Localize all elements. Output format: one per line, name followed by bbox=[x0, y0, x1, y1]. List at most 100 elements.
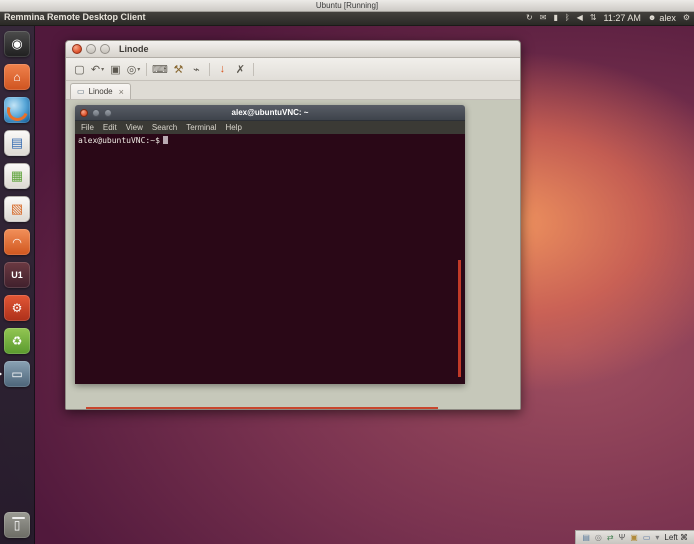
tab-label: Linode bbox=[89, 87, 113, 96]
home-folder-icon: ⌂ bbox=[13, 70, 20, 84]
top-panel: Remmina Remote Desktop Client ↻ ✉ ▮ ᛒ ◀ … bbox=[0, 11, 694, 26]
grab-keyboard-button[interactable]: ⌨ bbox=[152, 61, 168, 77]
network-indicator-icon[interactable]: ⇅ bbox=[590, 11, 597, 24]
maximize-button[interactable] bbox=[100, 44, 110, 54]
session-indicator[interactable]: ☻ alex bbox=[648, 13, 676, 23]
resize-mode-button[interactable]: ↶ ▾ bbox=[90, 61, 105, 77]
mouse-integration-icon[interactable]: ▾ bbox=[655, 531, 659, 544]
keyboard-icon: ⌨ bbox=[152, 63, 168, 76]
launcher-item-trash[interactable]: ▯ bbox=[4, 512, 30, 538]
session-gear-icon[interactable]: ⚙ bbox=[683, 11, 690, 24]
monitor-icon: ▭ bbox=[77, 87, 85, 96]
menu-view[interactable]: View bbox=[126, 123, 143, 132]
remmina-window: Linode ▢ ↶ ▾ ▣ ◎ ▾ ⌨ ⚒ ⌁ ↓ ✗ bbox=[65, 40, 521, 410]
sound-indicator-icon[interactable]: ◀ bbox=[577, 11, 583, 24]
session-username: alex bbox=[659, 13, 676, 23]
scale-icon: ▣ bbox=[110, 63, 120, 76]
clock-indicator[interactable]: 11:27 AM bbox=[604, 13, 641, 23]
user-icon: ☻ bbox=[648, 13, 656, 22]
launcher-item-libreoffice-calc[interactable]: ▦ bbox=[4, 163, 30, 189]
update-arrows-icon: ♻ bbox=[12, 334, 23, 348]
disconnect-button[interactable]: ✗ bbox=[233, 61, 248, 77]
terminal-maximize-button[interactable] bbox=[104, 109, 112, 117]
remote-desktop-viewport[interactable]: alex@ubuntuVNC: ~ File Edit View Search … bbox=[66, 100, 520, 409]
menu-search[interactable]: Search bbox=[152, 123, 177, 132]
settings-gear-icon: ⚙ bbox=[12, 301, 23, 315]
launcher-item-libreoffice-impress[interactable]: ▧ bbox=[4, 196, 30, 222]
tab-linode[interactable]: ▭ Linode × bbox=[70, 83, 131, 99]
sync-indicator-icon[interactable]: ↻ bbox=[526, 11, 533, 24]
terminal-titlebar[interactable]: alex@ubuntuVNC: ~ bbox=[75, 105, 465, 121]
virtualbox-statusbar: ▤ ◎ ⇄ Ψ ▣ ▭ ▾ Left ⌘ bbox=[575, 530, 694, 544]
terminal-cursor bbox=[163, 136, 168, 144]
remmina-tabbar: ▭ Linode × bbox=[66, 81, 520, 100]
software-center-bag-icon: ◠ bbox=[12, 236, 22, 249]
minimize-to-tray-button[interactable]: ↓ bbox=[215, 61, 230, 77]
trash-bin-icon: ▯ bbox=[14, 518, 21, 532]
vnc-artifact-vertical bbox=[458, 260, 461, 377]
bluetooth-indicator-icon[interactable]: ᛒ bbox=[565, 11, 570, 24]
battery-indicator-icon[interactable]: ▮ bbox=[553, 11, 557, 24]
toolbar-separator bbox=[209, 63, 210, 76]
preferences-button[interactable]: ⚒ bbox=[171, 61, 186, 77]
launcher-item-ubuntu-software-center[interactable]: ◠ bbox=[4, 229, 30, 255]
indicator-area: ↻ ✉ ▮ ᛒ ◀ ⇅ 11:27 AM ☻ alex ⚙ bbox=[526, 11, 690, 24]
toolbar-separator bbox=[253, 63, 254, 76]
close-button[interactable] bbox=[72, 44, 82, 54]
writer-document-icon: ▤ bbox=[11, 135, 23, 151]
shared-folder-icon[interactable]: ▣ bbox=[630, 531, 638, 544]
messages-indicator-icon[interactable]: ✉ bbox=[540, 11, 547, 24]
launcher-item-ubuntu-one[interactable]: U1 bbox=[4, 262, 30, 288]
refresh-connection-button[interactable]: ⌁ bbox=[189, 61, 204, 77]
remmina-toolbar: ▢ ↶ ▾ ▣ ◎ ▾ ⌨ ⚒ ⌁ ↓ ✗ bbox=[66, 58, 520, 81]
zoom-options-button[interactable]: ◎ ▾ bbox=[126, 61, 141, 77]
plug-icon: ⌁ bbox=[193, 63, 200, 76]
minimize-button[interactable] bbox=[86, 44, 96, 54]
terminal-menubar: File Edit View Search Terminal Help bbox=[75, 121, 465, 134]
launcher-item-home-folder[interactable]: ⌂ bbox=[4, 64, 30, 90]
down-arrow-icon: ↓ bbox=[220, 63, 226, 75]
ubuntu-logo-icon: ◉ bbox=[11, 36, 22, 52]
scaled-mode-button[interactable]: ▣ bbox=[108, 61, 123, 77]
hard-disk-icon[interactable]: ▤ bbox=[582, 531, 590, 544]
unity-launcher: ◉ ⌂ ▤ ▦ ▧ ◠ U1 ⚙ ♻ ▭ ▯ bbox=[0, 25, 35, 544]
usb-icon[interactable]: Ψ bbox=[619, 531, 626, 544]
launcher-item-software-updater[interactable]: ♻ bbox=[4, 328, 30, 354]
resize-icon: ↶ bbox=[91, 63, 100, 76]
impress-presentation-icon: ▧ bbox=[11, 201, 23, 217]
terminal-close-button[interactable] bbox=[80, 109, 88, 117]
focused-app-title[interactable]: Remmina Remote Desktop Client bbox=[4, 11, 146, 24]
terminal-body[interactable]: alex@ubuntuVNC:~$ bbox=[75, 134, 465, 384]
chevron-down-icon: ▾ bbox=[101, 66, 104, 73]
toolbar-separator bbox=[146, 63, 147, 76]
launcher-item-dash-home[interactable]: ◉ bbox=[4, 31, 30, 57]
launcher-item-remmina[interactable]: ▭ bbox=[4, 361, 30, 387]
network-icon[interactable]: ⇄ bbox=[607, 531, 614, 544]
menu-edit[interactable]: Edit bbox=[103, 123, 117, 132]
zoom-icon: ◎ bbox=[127, 63, 137, 76]
calc-spreadsheet-icon: ▦ bbox=[11, 168, 23, 184]
remmina-titlebar[interactable]: Linode bbox=[66, 41, 520, 58]
menu-file[interactable]: File bbox=[81, 123, 94, 132]
launcher-item-libreoffice-writer[interactable]: ▤ bbox=[4, 130, 30, 156]
tab-close-icon[interactable]: × bbox=[119, 87, 124, 97]
launcher-item-firefox[interactable] bbox=[4, 97, 30, 123]
display-icon[interactable]: ▭ bbox=[643, 531, 651, 544]
terminal-minimize-button[interactable] bbox=[92, 109, 100, 117]
host-window-title: Ubuntu [Running] bbox=[316, 1, 378, 10]
terminal-title: alex@ubuntuVNC: ~ bbox=[75, 105, 465, 120]
launcher-item-system-settings[interactable]: ⚙ bbox=[4, 295, 30, 321]
menu-help[interactable]: Help bbox=[225, 123, 241, 132]
remmina-monitor-icon: ▭ bbox=[11, 367, 22, 381]
host-window-titlebar: Ubuntu [Running] bbox=[0, 0, 694, 12]
terminal-prompt: alex@ubuntuVNC:~$ bbox=[78, 136, 160, 145]
tools-icon: ⚒ bbox=[173, 63, 183, 76]
toggle-fullscreen-button[interactable]: ▢ bbox=[72, 61, 87, 77]
chevron-down-icon: ▾ bbox=[137, 66, 140, 73]
fullscreen-icon: ▢ bbox=[74, 63, 84, 76]
host-key-label: Left ⌘ bbox=[664, 533, 688, 542]
vnc-artifact-horizontal bbox=[86, 407, 438, 409]
menu-terminal[interactable]: Terminal bbox=[186, 123, 216, 132]
optical-disc-icon[interactable]: ◎ bbox=[595, 531, 602, 544]
remote-terminal-window[interactable]: alex@ubuntuVNC: ~ File Edit View Search … bbox=[75, 105, 465, 384]
